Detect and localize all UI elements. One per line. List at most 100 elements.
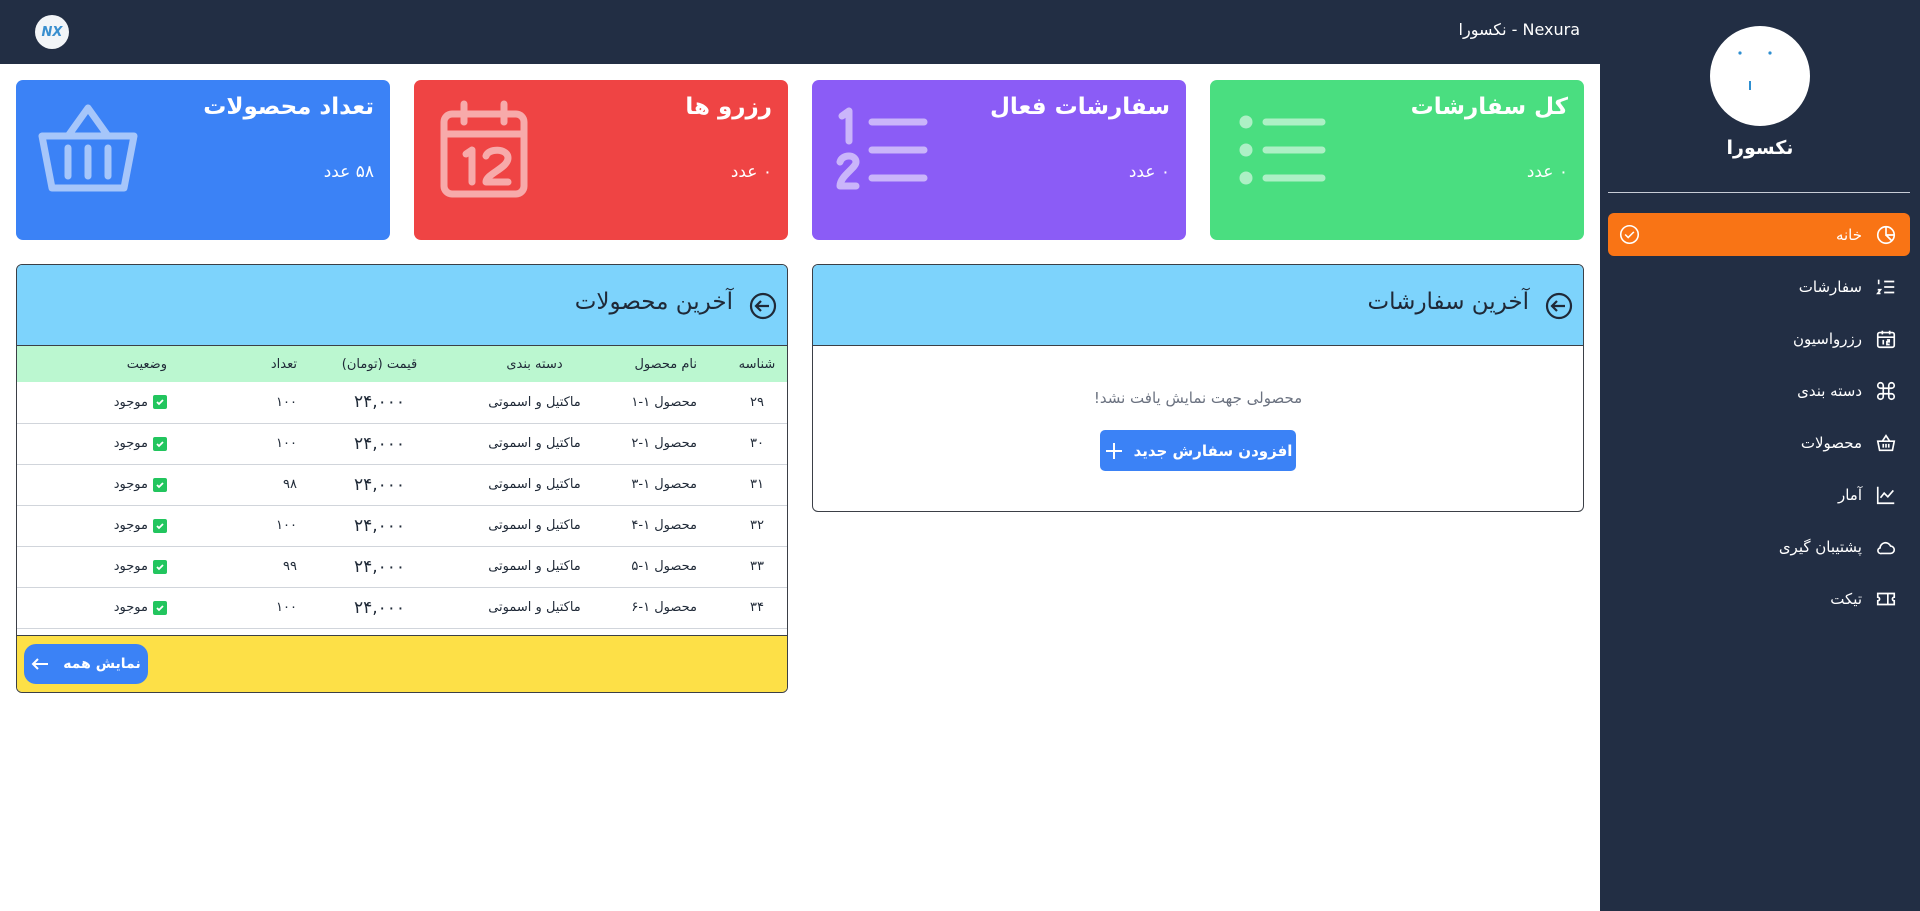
table-row[interactable]: ۲۹ محصول ۱-۱ ماکتیل و اسموتی ۲۴,۰۰۰ ۱۰۰ … (17, 382, 787, 423)
status-text: موجود (113, 394, 148, 410)
cell-qty: ۱۰۰ (276, 394, 297, 410)
cell-qty: ۹۹ (283, 559, 297, 574)
card-value: ۰ عدد (1526, 162, 1568, 182)
sidebar-item-orders[interactable]: سفارشات (1608, 265, 1910, 308)
arrow-left-circle-icon[interactable] (749, 292, 777, 320)
sidebar-item-label: محصولات (1800, 433, 1862, 452)
cell-status: موجود (17, 382, 187, 423)
avatar[interactable] (1710, 26, 1810, 126)
card-value: ۰ عدد (1128, 162, 1170, 182)
table-header-row: شناسه نام محصول دسته بندی قیمت (تومان) ت… (17, 346, 787, 382)
check-icon (153, 600, 167, 615)
plus-icon (1105, 442, 1122, 459)
table-row[interactable]: ۳۲ محصول ۱-۴ ماکتیل و اسموتی ۲۴,۰۰۰ ۱۰۰ … (17, 505, 787, 546)
sidebar-item-label: رزرواسیون (1792, 329, 1862, 348)
products-card[interactable]: تعداد محصولات ۵۸ عدد (16, 80, 390, 240)
cell-name: محصول ۱-۴ (631, 518, 697, 533)
status-text: موجود (113, 518, 148, 533)
cell-id: ۲۹ (750, 394, 764, 410)
cell-price: ۲۴,۰۰۰ (353, 474, 406, 495)
cell-category: ماکتیل و اسموتی (488, 518, 581, 533)
cell-category: ماکتیل و اسموتی (488, 559, 581, 574)
check-icon (153, 395, 167, 410)
cell-name: محصول ۱-۳ (631, 477, 697, 492)
show-all-button[interactable]: نمایش همه (24, 644, 148, 684)
col-id: شناسه (738, 356, 776, 372)
panel-header: آخرین سفارشات (813, 265, 1583, 346)
cell-status: موجود (17, 423, 187, 464)
show-all-label: نمایش همه (63, 656, 141, 672)
card-title: رزرو ها (685, 94, 772, 120)
card-title: تعداد محصولات (203, 94, 374, 120)
username: نکسورا (1726, 137, 1794, 159)
status-text: موجود (113, 600, 148, 615)
cell-id: ۳۲ (750, 518, 764, 533)
table-row[interactable]: ۳۳ محصول ۱-۵ ماکتیل و اسموتی ۲۴,۰۰۰ ۹۹ م… (17, 546, 787, 587)
calendar-icon (1874, 327, 1898, 351)
reservations-card[interactable]: رزرو ها ۰ عدد (414, 80, 788, 240)
cell-name: محصول ۱-۶ (631, 600, 697, 615)
status-text: موجود (113, 436, 148, 451)
panel-footer: نمایش همه (17, 635, 787, 692)
sidebar-item-backup[interactable]: پشتیبان گیری (1608, 525, 1910, 568)
numbered-list-icon (1874, 275, 1898, 299)
cell-price: ۲۴,۰۰۰ (353, 515, 406, 536)
cell-price: ۲۴,۰۰۰ (353, 433, 406, 454)
cell-name: محصول ۱-۱ (631, 394, 697, 410)
add-order-button[interactable]: افزودن سفارش جدید (1100, 430, 1296, 471)
latest-orders-panel: آخرین سفارشات محصولی جهت نمایش یافت نشد!… (812, 264, 1584, 512)
sidebar-item-products[interactable]: محصولات (1608, 421, 1910, 464)
panel-header: آخرین محصولات (17, 265, 787, 346)
calendar-icon (436, 100, 536, 200)
status-text: موجود (113, 477, 148, 492)
check-icon (153, 518, 167, 533)
check-icon (153, 477, 167, 492)
basket-icon (1874, 431, 1898, 455)
pie-chart-icon (1874, 223, 1898, 247)
list-icon (1232, 100, 1332, 200)
app-logo[interactable]: NX (35, 15, 69, 49)
sidebar-divider (1608, 192, 1910, 193)
products-table: شناسه نام محصول دسته بندی قیمت (تومان) ت… (17, 346, 787, 629)
sidebar-item-label: تیکت (1830, 589, 1862, 608)
cell-status: موجود (17, 587, 187, 628)
sidebar-item-home[interactable]: خانه (1608, 213, 1910, 256)
sidebar-item-label: آمار (1837, 485, 1862, 504)
panel-title: آخرین سفارشات (1367, 289, 1529, 315)
cell-qty: ۱۰۰ (276, 600, 297, 615)
sidebar-item-label: سفارشات (1798, 277, 1862, 296)
col-status: وضعیت (126, 356, 167, 372)
table-row[interactable]: ۳۰ محصول ۱-۲ ماکتیل و اسموتی ۲۴,۰۰۰ ۱۰۰ … (17, 423, 787, 464)
sidebar-item-reservations[interactable]: رزرواسیون (1608, 317, 1910, 360)
cell-name: محصول ۱-۵ (631, 559, 697, 574)
cell-qty: ۱۰۰ (276, 436, 297, 451)
sidebar-item-stats[interactable]: آمار (1608, 473, 1910, 516)
active-orders-card[interactable]: سفارشات فعال ۰ عدد (812, 80, 1186, 240)
arrow-left-circle-icon[interactable] (1545, 292, 1573, 320)
top-bar: NX Nexura - نکسورا (0, 0, 1600, 64)
cell-category: ماکتیل و اسموتی (488, 600, 581, 615)
latest-products-panel: آخرین محصولات شناسه نام محصول دسته بندی … (16, 264, 788, 693)
cell-name: محصول ۱-۲ (631, 436, 697, 451)
line-chart-icon (1874, 483, 1898, 507)
status-text: موجود (113, 559, 148, 574)
sidebar-nav: خانه سفارشات رزرواسیون دسته بندی محصولات… (1608, 213, 1910, 629)
cell-category: ماکتیل و اسموتی (488, 436, 581, 451)
sidebar-item-label: خانه (1835, 225, 1862, 244)
cloud-icon (1874, 535, 1898, 559)
cell-category: ماکتیل و اسموتی (488, 394, 581, 410)
cell-price: ۲۴,۰۰۰ (353, 392, 406, 413)
cell-id: ۳۱ (750, 477, 764, 492)
brand-title: Nexura - نکسورا (1458, 20, 1580, 39)
card-title: کل سفارشات (1410, 94, 1568, 120)
cell-id: ۳۰ (750, 436, 764, 451)
col-qty: تعداد (270, 356, 297, 372)
table-row[interactable]: ۳۴ محصول ۱-۶ ماکتیل و اسموتی ۲۴,۰۰۰ ۱۰۰ … (17, 587, 787, 628)
card-value: ۰ عدد (730, 162, 772, 182)
arrow-left-icon (31, 658, 49, 670)
table-row[interactable]: ۳۱ محصول ۱-۳ ماکتیل و اسموتی ۲۴,۰۰۰ ۹۸ م… (17, 464, 787, 505)
col-name: نام محصول (634, 356, 697, 372)
sidebar-item-categories[interactable]: دسته بندی (1608, 369, 1910, 412)
sidebar-item-ticket[interactable]: تیکت (1608, 577, 1910, 620)
total-orders-card[interactable]: کل سفارشات ۰ عدد (1210, 80, 1584, 240)
